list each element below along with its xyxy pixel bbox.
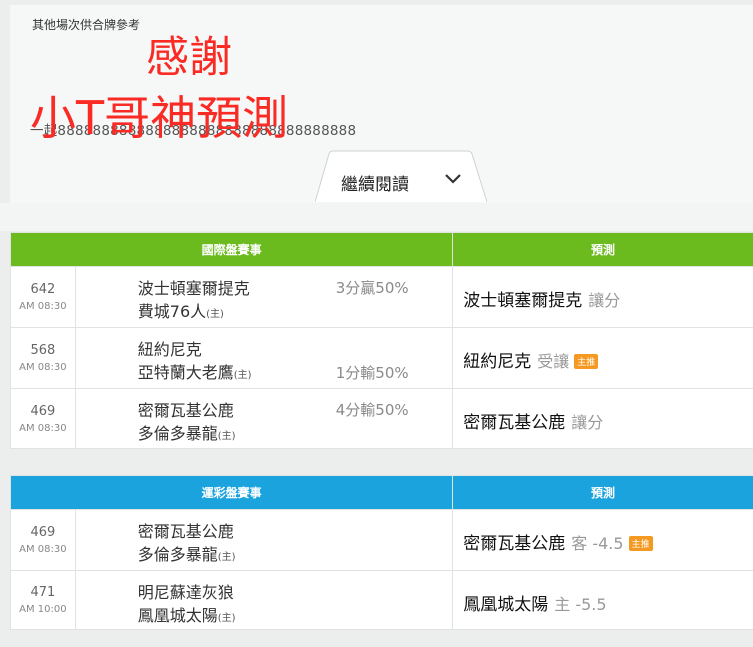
away-team: 密爾瓦基公鹿 <box>137 522 234 541</box>
game-number: 568 <box>30 343 56 358</box>
home-tag: (主) <box>217 613 236 624</box>
table-row[interactable]: 568 AM 08:30 紐約尼克 亞特蘭大老鷹(主) 1分輸50% 紐約尼克 受讓 主推 <box>10 327 753 389</box>
game-number: 469 <box>30 525 56 540</box>
pick-team: 波士頓塞爾提克 <box>463 291 583 311</box>
table-row[interactable]: 469 AM 08:30 密爾瓦基公鹿 多倫多暴龍(主) 密爾瓦基公鹿客 -4.5 主推 <box>10 509 753 571</box>
prediction-pick: 鳳凰城太陽主 -5.5 <box>463 590 606 615</box>
section-gap <box>0 203 753 231</box>
game-number: 469 <box>30 403 56 419</box>
prediction-cell: 波士頓塞爾提克 讓分 <box>452 266 753 328</box>
home-team: 費城76人 <box>137 302 207 321</box>
game-id-cell: 642 AM 08:30 <box>10 266 76 328</box>
read-more-label: 繼續閱讀 <box>341 175 409 195</box>
prediction-cell: 密爾瓦基公鹿客 -4.5 主推 <box>452 509 753 571</box>
game-time: AM 08:30 <box>19 422 67 434</box>
home-tag: (主) <box>217 431 236 442</box>
sports-lottery-header: 運彩盤賽事 <box>9 475 454 510</box>
sports-lottery-bets-table: 運彩盤賽事 預測 469 AM 08:30 密爾瓦基公鹿 多倫多暴龍(主) 密爾瓦基公鹿… <box>9 475 753 630</box>
prediction-cell: 鳳凰城太陽主 -5.5 <box>452 570 753 630</box>
pick-note: 客 -4.5 <box>571 534 624 553</box>
prediction-pick: 紐約尼克 受讓 主推 <box>463 347 599 372</box>
away-team: 明尼蘇達灰狼 <box>137 583 234 602</box>
game-time: AM 08:30 <box>19 301 67 312</box>
game-time: AM 08:30 <box>19 362 67 373</box>
table-row[interactable]: 469 AM 08:30 密爾瓦基公鹿 多倫多暴龍(主) 4分輸50% 密爾瓦基公鹿 讓分 <box>10 388 753 449</box>
pick-note: 讓分 <box>571 413 604 432</box>
pick-note: 主 -5.5 <box>554 595 607 614</box>
game-result: 1分輸50% <box>335 364 409 382</box>
read-more-button[interactable]: 繼續閱讀 <box>315 150 487 202</box>
game-id-cell: 471 AM 10:00 <box>10 570 76 630</box>
overlay-prediction-text: 小T哥神預測 <box>30 91 289 145</box>
game-number: 471 <box>30 585 56 600</box>
chevron-down-icon <box>445 174 461 184</box>
home-team-line: 多倫多暴龍(主) <box>138 420 236 444</box>
home-tag: (主) <box>206 309 224 320</box>
home-team-line: 費城76人(主) <box>138 298 224 322</box>
home-team: 多倫多暴龍 <box>137 424 218 443</box>
international-header: 國際盤賽事 <box>9 232 454 267</box>
pick-team: 密爾瓦基公鹿 <box>463 534 566 554</box>
prediction-cell: 紐約尼克 受讓 主推 <box>452 327 753 389</box>
game-time: AM 10:00 <box>19 604 67 615</box>
home-team: 亞特蘭大老鷹 <box>137 363 234 382</box>
home-tag: (主) <box>217 552 236 563</box>
prediction-pick: 密爾瓦基公鹿客 -4.5 主推 <box>463 529 653 554</box>
reference-title: 其他場次供合牌參考 <box>32 18 141 32</box>
pick-note: 受讓 <box>537 352 570 371</box>
prediction-pick: 波士頓塞爾提克 讓分 <box>463 286 620 311</box>
teams-cell: 明尼蘇達灰狼 鳳凰城太陽(主) <box>74 570 454 630</box>
home-team: 多倫多暴龍 <box>137 545 218 564</box>
away-team: 密爾瓦基公鹿 <box>137 401 234 420</box>
away-team: 波士頓塞爾提克 <box>137 279 250 298</box>
game-id-cell: 469 AM 08:30 <box>10 388 76 449</box>
table-row[interactable]: 471 AM 10:00 明尼蘇達灰狼 鳳凰城太陽(主) 鳳凰城太陽主 -5.5 <box>10 570 753 630</box>
home-tag: (主) <box>233 370 252 381</box>
featured-badge: 主推 <box>628 536 653 551</box>
teams-cell: 紐約尼克 亞特蘭大老鷹(主) 1分輸50% <box>74 327 454 389</box>
game-number: 642 <box>30 282 56 297</box>
game-id-cell: 469 AM 08:30 <box>10 509 76 571</box>
prediction-pick: 密爾瓦基公鹿 讓分 <box>463 408 603 433</box>
teams-cell: 密爾瓦基公鹿 多倫多暴龍(主) 4分輸50% <box>74 388 454 449</box>
prediction-cell: 密爾瓦基公鹿 讓分 <box>452 388 753 449</box>
overlay-thanks-text: 感謝 <box>146 33 232 83</box>
home-team-line: 多倫多暴龍(主) <box>138 541 236 565</box>
game-result: 4分輸50% <box>335 401 409 419</box>
game-time: AM 08:30 <box>19 544 67 555</box>
table-row[interactable]: 642 AM 08:30 波士頓塞爾提克 費城76人(主) 3分贏50% 波士頓塞爾提克讓… <box>10 266 753 328</box>
home-team-line: 鳳凰城太陽(主) <box>138 602 236 626</box>
pick-team: 鳳凰城太陽 <box>463 595 549 615</box>
pick-team: 密爾瓦基公鹿 <box>463 413 566 433</box>
teams-cell: 密爾瓦基公鹿 多倫多暴龍(主) <box>74 509 454 571</box>
game-id-cell: 568 AM 08:30 <box>10 327 76 389</box>
home-team: 鳳凰城太陽 <box>137 606 218 625</box>
featured-badge: 主推 <box>574 354 599 369</box>
teams-cell: 波士頓塞爾提克 費城76人(主) 3分贏50% <box>74 266 454 328</box>
pick-note: 讓分 <box>588 291 621 310</box>
pick-team: 紐約尼克 <box>463 352 532 372</box>
home-team-line: 亞特蘭大老鷹(主) <box>138 359 252 383</box>
away-team: 紐約尼克 <box>137 340 202 359</box>
international-bets-table: 國際盤賽事 預測 642 AM 08:30 波士頓塞爾提克 費城76人(主) 3分贏50… <box>9 232 753 449</box>
game-result: 3分贏50% <box>335 279 409 297</box>
prediction-header: 預測 <box>452 232 753 267</box>
prediction-header: 預測 <box>452 475 753 510</box>
